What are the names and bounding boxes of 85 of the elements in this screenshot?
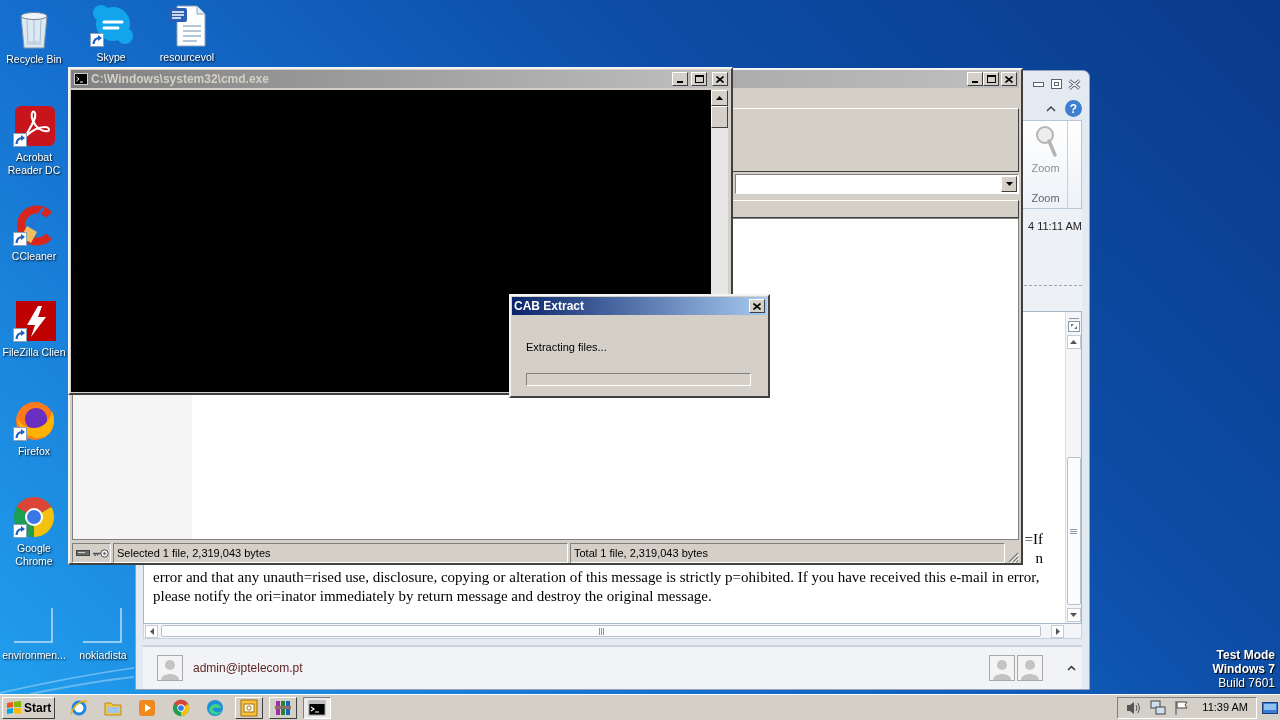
- sender-email: admin@iptelecom.pt: [193, 660, 303, 677]
- tile-icon: [240, 698, 258, 717]
- chevron-up-icon: [1046, 105, 1056, 112]
- received-time: 4 11:11 AM: [1027, 219, 1082, 233]
- window-title: CAB Extract: [514, 298, 585, 315]
- split-button[interactable]: [1067, 321, 1080, 332]
- maximize-button[interactable]: [983, 72, 999, 86]
- maximize-icon: [986, 75, 996, 83]
- close-icon: [1068, 78, 1081, 90]
- desktop-icon[interactable]: Skype: [75, 4, 147, 64]
- close-icon: [753, 302, 761, 310]
- dropdown-button[interactable]: [1001, 176, 1017, 192]
- arrow-up-icon: [716, 96, 723, 100]
- start-button[interactable]: Start: [2, 696, 55, 719]
- grip-icon: [1070, 528, 1077, 534]
- scroll-up-button[interactable]: [1066, 335, 1081, 349]
- console-icon: [308, 698, 326, 717]
- desktop-icon[interactable]: environmen...: [1, 602, 67, 662]
- arrow-right-icon: [1055, 627, 1060, 635]
- minimize-icon: [1033, 81, 1044, 87]
- maximize-icon: [694, 75, 704, 83]
- scroll-left-button[interactable]: [145, 624, 158, 638]
- test-mode-text: Windows 7: [1212, 662, 1275, 676]
- flag-icon: [1174, 699, 1189, 716]
- flag-icon: [6, 700, 22, 715]
- browser-icon: [172, 698, 190, 717]
- test-mode-text: Build 7601: [1218, 676, 1275, 690]
- avatar-icon: [1017, 655, 1043, 681]
- desktop-icon[interactable]: Google Chrome: [1, 495, 67, 568]
- scroll-down-button[interactable]: [1066, 608, 1081, 622]
- scroll-right-button[interactable]: [1051, 624, 1064, 638]
- chevron-up-icon: [1067, 665, 1076, 671]
- status-text: Selected 1 file, 2,319,043 bytes: [113, 543, 568, 563]
- globe-icon: [70, 698, 88, 717]
- desktop-icon[interactable]: CCleaner: [1, 203, 67, 263]
- test-mode-text: Test Mode: [1216, 648, 1275, 662]
- help-button[interactable]: ?: [1065, 100, 1082, 117]
- minimize-button[interactable]: [672, 72, 688, 86]
- address-field[interactable]: [735, 174, 1019, 194]
- message-text: =If: [1024, 530, 1043, 549]
- books-icon: [274, 698, 292, 717]
- monitor-icon: [1262, 701, 1278, 714]
- taskbar-button[interactable]: [303, 696, 331, 719]
- arrow-left-icon: [149, 627, 154, 635]
- arrow-down-icon: [1005, 182, 1013, 186]
- collapse-ribbon-button[interactable]: [1046, 105, 1056, 112]
- arrow-up-icon: [1070, 340, 1077, 344]
- drive-icon: [76, 550, 90, 556]
- play-icon: [138, 698, 156, 717]
- scroll-thumb[interactable]: [1066, 457, 1081, 605]
- message-text: n: [1035, 549, 1043, 568]
- clock: 11:39 AM: [1202, 700, 1248, 716]
- arrow-down-icon: [1070, 613, 1077, 617]
- group-label: Zoom: [1031, 190, 1060, 206]
- console-icon: [74, 73, 88, 85]
- desktop-icon[interactable]: nokiadista: [72, 602, 134, 662]
- expand-pane-button[interactable]: [1067, 665, 1076, 671]
- avatar-icon: [157, 655, 183, 681]
- minimize-icon: [677, 81, 683, 83]
- magnifier-icon: [1034, 125, 1057, 157]
- desktop-icon[interactable]: Firefox: [1, 398, 67, 458]
- close-icon: [716, 75, 724, 83]
- minimize-icon: [972, 81, 978, 83]
- status-text: Total 1 file, 2,319,043 bytes: [570, 543, 1005, 563]
- key-icon: [93, 548, 109, 558]
- desktop-icon[interactable]: FileZilla Clien: [0, 299, 68, 359]
- minimize-button[interactable]: [967, 72, 983, 86]
- desktop-icon[interactable]: Recycle Bin: [1, 6, 67, 66]
- show-desktop-button[interactable]: [1262, 701, 1278, 714]
- dialog-message: Extracting files...: [526, 341, 607, 354]
- desktop-icon[interactable]: resourcevol: [151, 4, 223, 64]
- message-text: error and that any unauth=rised use, disclosure, copying or alteration of this message is strictly p=ohibited. If you have received this e-mail in error,: [153, 568, 1040, 587]
- desktop-icon[interactable]: Acrobat Reader DC: [1, 104, 67, 177]
- grip-icon: [598, 627, 604, 635]
- restore-icon: [1051, 79, 1062, 89]
- speaker-icon: [1126, 699, 1143, 716]
- scroll-thumb[interactable]: [161, 625, 1041, 637]
- close-icon: [1005, 75, 1013, 83]
- swirl-icon: [206, 698, 224, 717]
- message-text: please notify the ori=inator immediately by return message and destroy the original message.: [153, 587, 712, 606]
- network-icon: [1150, 700, 1167, 715]
- maximize-button[interactable]: [691, 72, 707, 86]
- restore-button[interactable]: [1049, 77, 1064, 91]
- window-title: C:\Windows\system32\cmd.exe: [91, 71, 269, 88]
- avatar-icon: [989, 655, 1015, 681]
